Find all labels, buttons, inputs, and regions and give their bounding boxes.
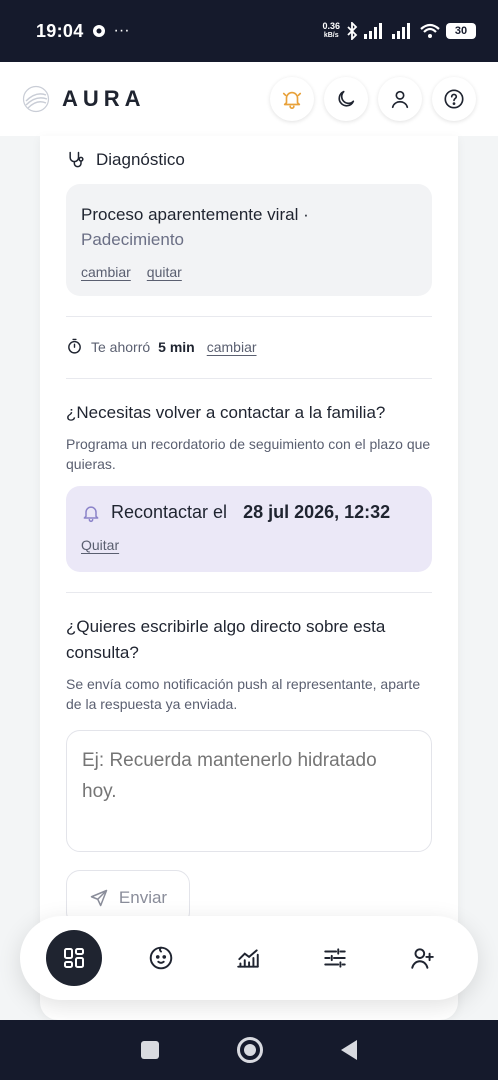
time-saved: Te ahorró 5 min cambiar: [66, 338, 257, 355]
battery-indicator: 30: [446, 23, 476, 39]
direct-message-question: ¿Quieres escribirle algo directo sobre e…: [66, 617, 386, 662]
followup-question: ¿Necesitas volver a contactar a la famil…: [66, 403, 386, 422]
signal-icon: [364, 23, 382, 39]
change-diagnosis-link[interactable]: cambiar: [81, 264, 131, 280]
recents-button[interactable]: [141, 1041, 159, 1059]
user-icon: [391, 90, 409, 109]
diagnosis-text: Proceso aparentemente viral ·: [81, 205, 309, 224]
sliders-icon: [324, 948, 346, 968]
timer-icon: [68, 338, 81, 354]
aura-logo-icon: [22, 85, 50, 113]
bell-icon: [282, 91, 302, 109]
send-label: Enviar: [118, 888, 168, 907]
brand-name: AURA: [62, 86, 146, 111]
stethoscope-icon: [69, 151, 84, 168]
moon-icon: [338, 90, 355, 107]
add-user-icon: [411, 948, 434, 969]
help-icon: [444, 89, 464, 109]
time-saved-value: 5 min: [158, 338, 195, 355]
baby-face-icon: [149, 946, 173, 970]
diagnosis-title: Diagnóstico: [96, 150, 185, 169]
more-dots-icon: ···: [113, 22, 130, 39]
direct-message-input[interactable]: [66, 730, 432, 852]
wifi-icon: [420, 23, 440, 38]
bell-icon: [83, 505, 99, 522]
back-button[interactable]: [341, 1040, 357, 1060]
remove-reminder-link[interactable]: Quitar: [81, 537, 119, 553]
diagnosis-category: Padecimiento: [81, 230, 185, 249]
nav-add-user[interactable]: [394, 930, 450, 986]
dashboard-icon: [64, 948, 84, 968]
send-icon: [90, 889, 108, 907]
help-button[interactable]: [432, 77, 476, 121]
status-bar: 19:04 ··· 0.36 kB/s 30: [0, 0, 498, 62]
profile-button[interactable]: [378, 77, 422, 121]
home-button[interactable]: [237, 1037, 263, 1063]
diagnosis-box: Proceso aparentemente viral · Padecimien…: [66, 184, 432, 296]
bluetooth-icon: [347, 22, 358, 40]
reminder-label: Recontactar el: [111, 502, 228, 522]
nav-stats[interactable]: [220, 930, 276, 986]
followup-description: Programa un recordatorio de seguimiento …: [66, 436, 431, 472]
diagnosis-header: Diagnóstico: [66, 150, 185, 170]
nav-settings[interactable]: [307, 930, 363, 986]
notifications-button[interactable]: [270, 77, 314, 121]
divider: [66, 592, 432, 593]
divider: [66, 378, 432, 379]
system-navigation-bar: [0, 1020, 498, 1080]
clock: 19:04: [36, 20, 84, 41]
divider: [66, 316, 432, 317]
nav-dashboard[interactable]: [46, 930, 102, 986]
consultation-card: Diagnóstico Proceso aparentemente viral …: [40, 136, 458, 1020]
direct-message-description: Se envía como notificación push al repre…: [66, 676, 421, 712]
vpn-icon: [92, 25, 105, 37]
remove-diagnosis-link[interactable]: quitar: [147, 264, 182, 280]
bottom-navigation: [20, 916, 478, 1000]
time-saved-label: Te ahorró: [91, 338, 151, 355]
net-speed: 0.36 kB/s: [322, 21, 340, 40]
reminder-date[interactable]: 28 jul 2026, 12:32: [243, 502, 390, 523]
change-time-link[interactable]: cambiar: [207, 339, 257, 355]
chart-icon: [237, 949, 259, 968]
logo[interactable]: AURA: [22, 85, 146, 113]
signal-icon-2: [392, 23, 410, 39]
dark-mode-button[interactable]: [324, 77, 368, 121]
nav-patients[interactable]: [133, 930, 189, 986]
reminder-box: Recontactar el 28 jul 2026, 12:32 Quitar: [66, 486, 432, 572]
app-header: AURA: [0, 62, 498, 136]
